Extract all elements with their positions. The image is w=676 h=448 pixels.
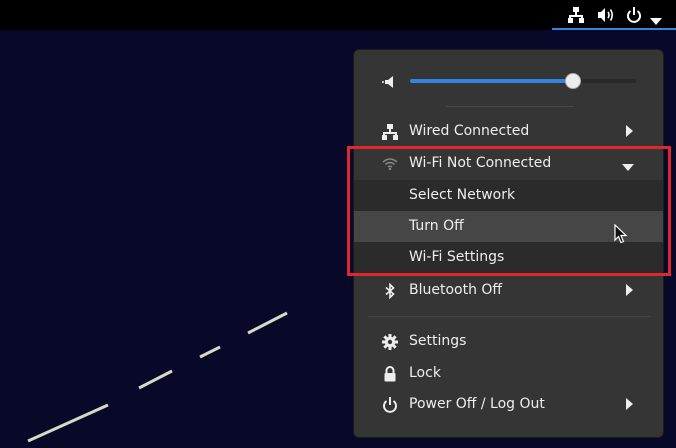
chevron-down-icon	[650, 11, 662, 27]
network-wired-icon	[382, 124, 398, 140]
separator	[368, 316, 650, 317]
power-off-label: Power Off / Log Out	[409, 396, 545, 412]
speaker-muted-icon[interactable]	[382, 74, 398, 90]
wired-connection-item[interactable]: Wired Connected	[354, 116, 663, 147]
chevron-right-icon	[624, 125, 634, 137]
bluetooth-item[interactable]: Bluetooth Off	[354, 275, 663, 306]
bluetooth-icon	[382, 282, 398, 300]
bluetooth-label: Bluetooth Off	[409, 282, 503, 298]
settings-label: Settings	[409, 333, 467, 349]
mouse-pointer-icon	[614, 223, 628, 248]
gear-icon	[382, 334, 398, 350]
volume-icon	[597, 7, 615, 23]
volume-slider[interactable]	[410, 73, 636, 89]
network-wired-icon	[568, 7, 584, 23]
volume-slider-fill	[410, 79, 573, 83]
top-bar	[0, 0, 676, 30]
volume-row	[354, 65, 663, 99]
chevron-right-icon	[624, 284, 634, 296]
wired-connection-label: Wired Connected	[409, 123, 530, 139]
wallpaper-dashed-line	[27, 311, 288, 443]
volume-slider-handle[interactable]	[564, 73, 581, 89]
chevron-right-icon	[624, 398, 634, 410]
annotation-highlight-box	[347, 146, 671, 276]
lock-label: Lock	[409, 365, 441, 381]
lock-item[interactable]: Lock	[354, 358, 663, 389]
settings-item[interactable]: Settings	[354, 326, 663, 357]
power-off-item[interactable]: Power Off / Log Out	[354, 389, 663, 420]
system-tray[interactable]	[552, 0, 676, 30]
power-icon	[626, 7, 642, 23]
lock-icon	[382, 366, 398, 382]
separator	[446, 106, 574, 107]
power-icon	[382, 397, 398, 413]
